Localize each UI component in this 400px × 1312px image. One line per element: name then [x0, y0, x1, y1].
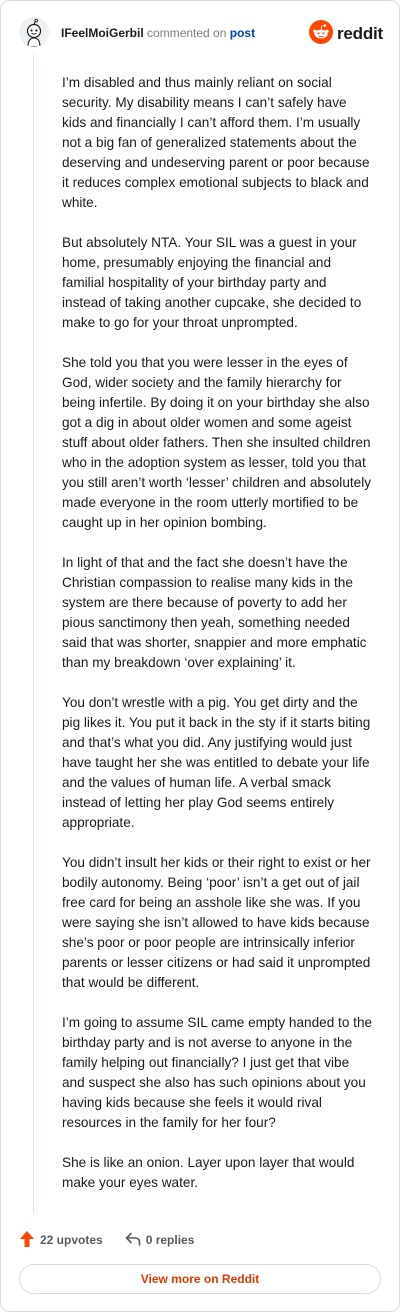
- comment-actions: 22 upvotes 0 replies: [19, 1229, 216, 1251]
- reddit-brand-link[interactable]: reddit: [308, 19, 383, 49]
- username-link[interactable]: IFeelMoiGerbil: [61, 26, 144, 40]
- reply-count: 0 replies: [145, 1233, 195, 1247]
- thread-line: [33, 55, 34, 1213]
- upvote-count: 22 upvotes: [40, 1233, 103, 1247]
- comment-meta: IFeelMoiGerbil commented on post: [61, 26, 255, 40]
- comment-paragraph: You don’t wrestle with a pig. You get di…: [62, 695, 371, 830]
- reddit-wordmark: reddit: [336, 24, 383, 43]
- upvote-arrow-icon: [19, 1230, 40, 1251]
- view-more-on-reddit-button[interactable]: View more on Reddit: [19, 1264, 381, 1294]
- post-link[interactable]: post: [230, 26, 255, 40]
- comment-header: IFeelMoiGerbil commented on post reddit: [19, 17, 383, 51]
- embedded-comment-card: IFeelMoiGerbil commented on post reddit: [0, 0, 400, 1312]
- comment-paragraph: You didn’t insult her kids or their righ…: [62, 855, 371, 990]
- upvote-button[interactable]: 22 upvotes: [19, 1230, 103, 1251]
- comment-paragraph: In light of that and the fact she doesn’…: [62, 555, 367, 670]
- comment-paragraph: But absolutely NTA. Your SIL was a guest…: [62, 235, 362, 330]
- comment-paragraph: I’m disabled and thus mainly reliant on …: [62, 75, 370, 210]
- comment-paragraph: I’m going to assume SIL came empty hande…: [62, 1015, 373, 1130]
- comment-paragraph: She is like an onion. Layer upon layer t…: [62, 1155, 355, 1190]
- reddit-logo-icon: [308, 19, 333, 49]
- comment-paragraph: She told you that you were lesser in the…: [62, 355, 372, 530]
- comment-body: I’m disabled and thus mainly reliant on …: [62, 73, 374, 1213]
- snoo-avatar-icon[interactable]: [19, 17, 49, 47]
- replies-button[interactable]: 0 replies: [125, 1232, 195, 1249]
- commented-on-label: commented on: [147, 26, 227, 40]
- reply-arrow-icon: [125, 1232, 146, 1249]
